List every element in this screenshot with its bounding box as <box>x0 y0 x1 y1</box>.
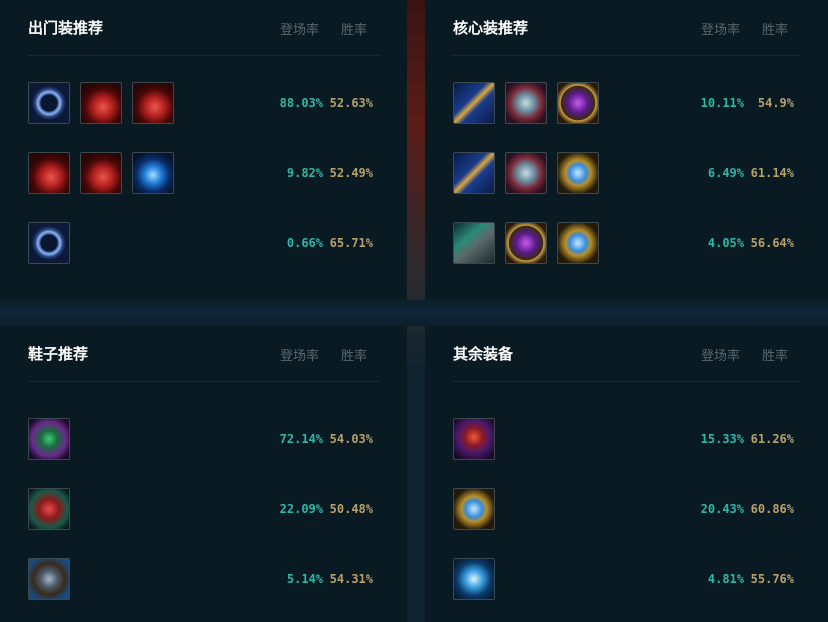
build-row[interactable]: 9.82% 52.49% <box>28 152 379 198</box>
pick-rate-header[interactable]: 登场率 <box>280 345 319 364</box>
item-icons <box>453 222 599 266</box>
panel-header: 鞋子推荐 登场率 胜率 <box>28 326 379 382</box>
hourglass-icon[interactable] <box>557 222 599 264</box>
item-icons <box>28 82 174 126</box>
build-row[interactable]: 22.09% 50.48% <box>28 488 379 534</box>
mercury-boots-icon[interactable] <box>28 488 70 530</box>
hourglass-icon[interactable] <box>557 152 599 194</box>
win-rate-value: 61.14% <box>750 166 794 180</box>
pick-rate-value: 4.05% <box>707 236 744 250</box>
pick-rate-value: 0.66% <box>286 236 323 250</box>
build-row[interactable]: 0.66% 65.71% <box>28 222 379 268</box>
pick-rate-value: 88.03% <box>279 96 323 110</box>
mask-icon[interactable] <box>505 152 547 194</box>
other-items-panel: 其余装备 登场率 胜率 15.33% 61.26% 20.43% 60.86% 4.81% 55… <box>425 326 828 622</box>
panel-title: 其余装备 <box>453 345 514 363</box>
item-icons <box>453 488 495 532</box>
background-divider-horizontal <box>0 300 828 326</box>
win-rate-header[interactable]: 胜率 <box>341 19 367 38</box>
build-row[interactable]: 4.05% 56.64% <box>453 222 800 268</box>
item-icons <box>453 152 599 196</box>
mana-drop-icon[interactable] <box>132 152 174 194</box>
hourglass-icon[interactable] <box>453 488 495 530</box>
win-rate-value: 56.64% <box>750 236 794 250</box>
health-potion-icon[interactable] <box>132 82 174 124</box>
build-row[interactable]: 15.33% 61.26% <box>453 418 800 464</box>
pick-rate-value: 10.11% <box>700 96 744 110</box>
pick-rate-value: 5.14% <box>286 572 323 586</box>
win-rate-header[interactable]: 胜率 <box>762 345 788 364</box>
pick-rate-value: 15.33% <box>700 432 744 446</box>
pick-rate-header[interactable]: 登场率 <box>701 19 740 38</box>
void-staff-icon[interactable] <box>453 558 495 600</box>
sorcerer-boots-icon[interactable] <box>28 418 70 460</box>
pick-rate-value: 22.09% <box>279 502 323 516</box>
health-potion-icon[interactable] <box>80 152 122 194</box>
dark-seal-icon[interactable] <box>557 82 599 124</box>
panel-title: 鞋子推荐 <box>28 345 89 363</box>
gunblade-icon[interactable] <box>453 222 495 264</box>
health-potion-icon[interactable] <box>28 152 70 194</box>
ring-icon[interactable] <box>28 222 70 264</box>
build-row[interactable]: 4.81% 55.76% <box>453 558 800 604</box>
panel-title: 核心装推荐 <box>453 19 529 37</box>
starting-items-panel: 出门装推荐 登场率 胜率 88.03% 52.63% 9.82% 52.49% 0.66% 65… <box>0 0 407 300</box>
pick-rate-value: 20.43% <box>700 502 744 516</box>
win-rate-header[interactable]: 胜率 <box>762 19 788 38</box>
item-icons <box>28 558 70 602</box>
ionian-boots-icon[interactable] <box>28 558 70 600</box>
win-rate-value: 54.9% <box>757 96 794 110</box>
panel-header: 其余装备 登场率 胜率 <box>453 326 800 382</box>
pick-rate-value: 72.14% <box>279 432 323 446</box>
item-icons <box>28 152 174 196</box>
pick-rate-value: 6.49% <box>707 166 744 180</box>
item-icons <box>28 488 70 532</box>
pick-rate-header[interactable]: 登场率 <box>280 19 319 38</box>
build-row[interactable]: 10.11% 54.9% <box>453 82 800 128</box>
golden-staff-icon[interactable] <box>453 82 495 124</box>
build-row[interactable]: 5.14% 54.31% <box>28 558 379 604</box>
win-rate-header[interactable]: 胜率 <box>341 345 367 364</box>
win-rate-value: 65.71% <box>329 236 373 250</box>
panel-title: 出门装推荐 <box>28 19 104 37</box>
win-rate-value: 52.63% <box>329 96 373 110</box>
ring-icon[interactable] <box>28 82 70 124</box>
golden-staff-icon[interactable] <box>453 152 495 194</box>
win-rate-value: 54.03% <box>329 432 373 446</box>
wizard-hat-icon[interactable] <box>453 418 495 460</box>
item-icons <box>28 222 70 266</box>
item-icons <box>453 558 495 602</box>
panel-header: 核心装推荐 登场率 胜率 <box>453 0 800 56</box>
build-row[interactable]: 88.03% 52.63% <box>28 82 379 128</box>
win-rate-value: 60.86% <box>750 502 794 516</box>
health-potion-icon[interactable] <box>80 82 122 124</box>
build-row[interactable]: 20.43% 60.86% <box>453 488 800 534</box>
item-icons <box>453 418 495 462</box>
boots-panel: 鞋子推荐 登场率 胜率 72.14% 54.03% 22.09% 50.48% 5.14% 54… <box>0 326 407 622</box>
win-rate-value: 52.49% <box>329 166 373 180</box>
mask-icon[interactable] <box>505 82 547 124</box>
build-row[interactable]: 6.49% 61.14% <box>453 152 800 198</box>
panel-header: 出门装推荐 登场率 胜率 <box>28 0 379 56</box>
item-icons <box>453 82 599 126</box>
win-rate-value: 61.26% <box>750 432 794 446</box>
build-row[interactable]: 72.14% 54.03% <box>28 418 379 464</box>
pick-rate-header[interactable]: 登场率 <box>701 345 740 364</box>
pick-rate-value: 9.82% <box>286 166 323 180</box>
core-items-panel: 核心装推荐 登场率 胜率 10.11% 54.9% 6.49% 61.14% 4.05% 56.… <box>425 0 828 300</box>
dark-seal-icon[interactable] <box>505 222 547 264</box>
item-icons <box>28 418 70 462</box>
win-rate-value: 50.48% <box>329 502 373 516</box>
win-rate-value: 55.76% <box>750 572 794 586</box>
pick-rate-value: 4.81% <box>707 572 744 586</box>
win-rate-value: 54.31% <box>329 572 373 586</box>
